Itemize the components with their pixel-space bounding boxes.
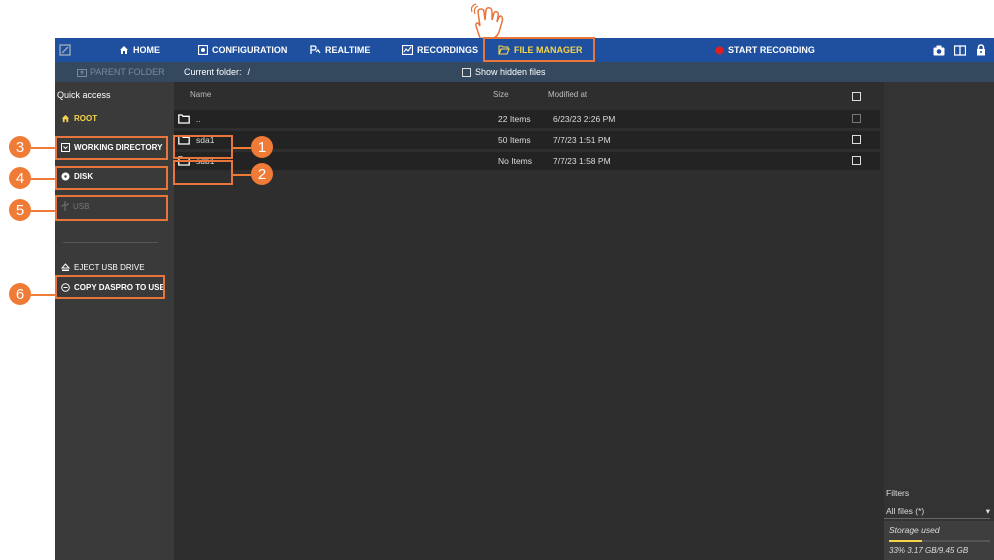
tab-configuration-label: CONFIGURATION bbox=[212, 45, 288, 55]
camera-icon bbox=[933, 45, 945, 55]
realtime-icon bbox=[310, 45, 321, 54]
tab-recordings[interactable]: RECORDINGS bbox=[402, 38, 478, 62]
callout-connector-4 bbox=[31, 178, 55, 180]
callout-connector-6 bbox=[31, 294, 55, 296]
eject-usb-button[interactable]: EJECT USB DRIVE bbox=[57, 257, 169, 277]
row-modified: 6/23/23 2:26 PM bbox=[553, 114, 616, 124]
column-modified[interactable]: Modified at bbox=[548, 90, 587, 99]
recordings-icon bbox=[402, 45, 413, 55]
tab-configuration[interactable]: CONFIGURATION bbox=[198, 38, 287, 62]
manual-button[interactable] bbox=[954, 38, 970, 62]
quick-access-heading: Quick access bbox=[57, 90, 111, 100]
file-manager-toolbar: PARENT FOLDER Current folder: / Show hid… bbox=[55, 62, 994, 82]
callout-badge-5: 5 bbox=[9, 199, 31, 221]
table-row[interactable]: sda1 50 Items 7/7/23 1:51 PM bbox=[174, 131, 880, 149]
row-name: .. bbox=[196, 114, 201, 124]
callout-badge-3: 3 bbox=[9, 136, 31, 158]
book-icon bbox=[954, 44, 966, 56]
callout-badge-4: 4 bbox=[9, 167, 31, 189]
storage-text: 33% 3.17 GB/9.45 GB bbox=[889, 546, 969, 555]
chevron-down-icon: ▾ bbox=[985, 506, 990, 516]
show-hidden-checkbox[interactable] bbox=[462, 67, 471, 77]
configuration-icon bbox=[198, 45, 208, 55]
row-checkbox[interactable] bbox=[852, 156, 861, 165]
file-list-panel: Name Size Modified at .. 22 Items 6/23/2… bbox=[174, 82, 884, 560]
tab-home[interactable]: HOME bbox=[119, 38, 160, 62]
row-checkbox[interactable] bbox=[852, 114, 861, 123]
highlight-file-manager-tab bbox=[483, 37, 595, 62]
current-folder-label: Current folder: bbox=[184, 67, 242, 77]
row-size: 50 Items bbox=[498, 135, 531, 145]
highlight-copy-daspro bbox=[55, 275, 165, 299]
tab-recordings-label: RECORDINGS bbox=[417, 45, 479, 55]
callout-connector-5 bbox=[31, 210, 55, 212]
parent-folder-button[interactable]: PARENT FOLDER bbox=[77, 62, 165, 82]
app-logo bbox=[59, 38, 75, 62]
row-size: No Items bbox=[498, 156, 533, 166]
lock-button[interactable] bbox=[976, 38, 990, 62]
eject-icon bbox=[61, 262, 70, 271]
row-size: 22 Items bbox=[498, 114, 531, 124]
start-recording-label: START RECORDING bbox=[728, 45, 815, 55]
current-folder: Current folder: / bbox=[184, 62, 250, 82]
storage-progress-fill bbox=[889, 540, 923, 542]
app-logo-icon bbox=[59, 44, 71, 56]
callout-badge-1: 1 bbox=[251, 136, 273, 158]
row-checkbox[interactable] bbox=[852, 135, 861, 144]
home-icon bbox=[61, 114, 70, 122]
current-folder-value: / bbox=[247, 67, 251, 77]
show-hidden-label: Show hidden files bbox=[475, 67, 546, 77]
highlight-working-directory bbox=[55, 136, 168, 160]
callout-badge-2: 2 bbox=[251, 163, 273, 185]
column-size[interactable]: Size bbox=[493, 90, 509, 99]
record-dot-icon bbox=[715, 46, 724, 54]
callout-connector-3 bbox=[31, 147, 55, 149]
row-modified: 7/7/23 1:51 PM bbox=[553, 135, 611, 145]
home-icon bbox=[120, 46, 128, 54]
sidebar-divider bbox=[63, 242, 158, 243]
folder-icon bbox=[178, 114, 190, 124]
table-row[interactable]: .. 22 Items 6/23/23 2:26 PM bbox=[174, 110, 880, 128]
start-recording-button[interactable]: START RECORDING bbox=[715, 38, 815, 62]
show-hidden-files-toggle[interactable]: Show hidden files bbox=[462, 62, 546, 82]
hand-pointer-icon bbox=[470, 3, 504, 40]
tab-home-label: HOME bbox=[133, 45, 160, 55]
sidebar-item-root[interactable]: ROOT bbox=[57, 108, 169, 128]
tab-realtime[interactable]: REALTIME bbox=[310, 38, 370, 62]
highlight-sdb1 bbox=[173, 160, 233, 185]
filter-underline bbox=[884, 518, 990, 519]
filters-label: Filters bbox=[886, 488, 910, 498]
storage-section: Storage used 33% 3.17 GB/9.45 GB bbox=[884, 521, 994, 560]
filter-select-value: All files (*) bbox=[886, 506, 925, 516]
highlight-usb bbox=[55, 195, 168, 221]
storage-progress-track bbox=[889, 540, 990, 542]
storage-label: Storage used bbox=[889, 525, 940, 535]
lock-icon bbox=[977, 44, 985, 56]
parent-folder-label: PARENT FOLDER bbox=[90, 67, 165, 77]
select-all-checkbox[interactable] bbox=[852, 92, 861, 101]
file-list-header: Name Size Modified at bbox=[174, 90, 884, 104]
highlight-disk bbox=[55, 166, 168, 190]
eject-usb-label: EJECT USB DRIVE bbox=[74, 262, 145, 272]
filter-select[interactable]: All files (*) ▾ bbox=[886, 506, 990, 516]
camera-button[interactable] bbox=[933, 38, 949, 62]
callout-connector-1 bbox=[233, 147, 251, 149]
table-row[interactable]: sdb1 No Items 7/7/23 1:58 PM bbox=[174, 152, 880, 170]
parent-folder-icon bbox=[77, 68, 87, 77]
callout-connector-2 bbox=[233, 174, 251, 176]
row-modified: 7/7/23 1:58 PM bbox=[553, 156, 611, 166]
callout-badge-6: 6 bbox=[9, 283, 31, 305]
sidebar-item-root-label: ROOT bbox=[74, 113, 98, 123]
app-window: HOME CONFIGURATION REALTIME RECORDINGS F… bbox=[55, 38, 994, 560]
filters-panel: Filters All files (*) ▾ Storage used 33%… bbox=[884, 82, 994, 560]
column-name[interactable]: Name bbox=[190, 90, 211, 99]
tab-realtime-label: REALTIME bbox=[325, 45, 371, 55]
highlight-sda1 bbox=[173, 135, 233, 159]
